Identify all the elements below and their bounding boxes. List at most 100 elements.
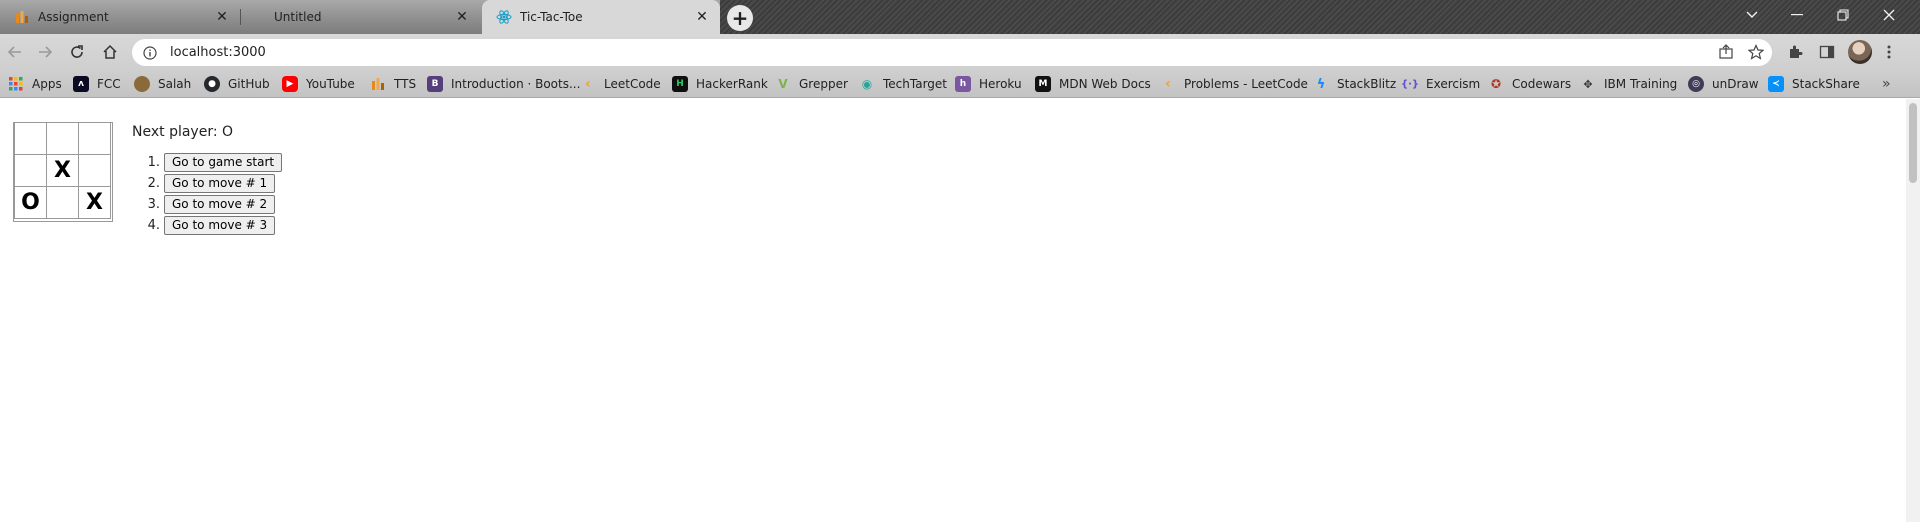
board-square-0[interactable] bbox=[14, 122, 47, 155]
board-row: X bbox=[14, 154, 112, 187]
go-to-move-3-button[interactable]: Go to move # 3 bbox=[164, 216, 276, 235]
bookmarks-overflow-chevron-icon[interactable]: » bbox=[1882, 76, 1891, 92]
list-item: 3. Go to move # 2 bbox=[138, 194, 282, 215]
restore-icon[interactable] bbox=[1820, 0, 1866, 30]
aws-academy-icon bbox=[14, 9, 30, 25]
page-content: X O X Next player: O 1. Go to game start… bbox=[0, 99, 1906, 522]
board-row: O X bbox=[14, 186, 112, 219]
tab-title: Tic-Tac-Toe bbox=[520, 10, 583, 24]
address-url: localhost:3000 bbox=[170, 45, 266, 60]
bookmark-apps[interactable]: Apps bbox=[8, 75, 62, 93]
bookmark-fcc[interactable]: ʌ FCC bbox=[73, 75, 121, 93]
bookmark-undraw[interactable]: ◎ unDraw bbox=[1688, 75, 1759, 93]
bookmark-exercism[interactable]: {·} Exercism bbox=[1401, 75, 1481, 93]
share-icon[interactable] bbox=[1718, 44, 1734, 63]
scrollbar-thumb[interactable] bbox=[1909, 103, 1917, 183]
board-row bbox=[14, 122, 112, 155]
list-item: 1. Go to game start bbox=[138, 152, 283, 173]
bookmark-stackblitz[interactable]: ϟ StackBlitz bbox=[1313, 75, 1396, 93]
board-square-8[interactable]: X bbox=[78, 186, 111, 219]
stackblitz-icon: ϟ bbox=[1316, 76, 1326, 92]
bookmark-label: HackerRank bbox=[696, 77, 768, 91]
tab-title: Untitled bbox=[274, 10, 322, 24]
react-icon bbox=[496, 9, 512, 25]
bookmark-star-icon[interactable] bbox=[1747, 44, 1765, 63]
board-square-4[interactable]: X bbox=[46, 154, 79, 187]
bookmark-bootstrap[interactable]: B Introduction · Boots... bbox=[427, 75, 580, 93]
side-panel-icon[interactable] bbox=[1818, 43, 1836, 61]
menu-kebab-icon[interactable] bbox=[1880, 43, 1898, 61]
tab-search-chevron-icon[interactable] bbox=[1729, 0, 1775, 30]
youtube-icon: ▶ bbox=[282, 76, 298, 92]
board-square-6[interactable]: O bbox=[14, 186, 47, 219]
bookmark-salah[interactable]: Salah bbox=[134, 75, 191, 93]
bookmark-label: FCC bbox=[97, 77, 121, 91]
tab-close-icon[interactable]: ✕ bbox=[694, 9, 710, 25]
techtarget-icon: ◉ bbox=[861, 77, 873, 91]
board-square-3[interactable] bbox=[14, 154, 47, 187]
move-number: 1. bbox=[147, 155, 160, 170]
bookmark-label: Apps bbox=[32, 77, 62, 91]
bookmark-codewars[interactable]: ✪ Codewars bbox=[1488, 75, 1571, 93]
tab-tic-tac-toe[interactable]: Tic-Tac-Toe ✕ bbox=[482, 0, 720, 34]
stackshare-icon: ≺ bbox=[1768, 76, 1784, 92]
bookmark-label: Introduction · Boots... bbox=[451, 77, 581, 91]
list-item: 4. Go to move # 3 bbox=[138, 215, 282, 236]
bookmark-stackshare[interactable]: ≺ StackShare bbox=[1768, 75, 1860, 93]
move-number: 3. bbox=[147, 197, 160, 212]
apps-grid-icon bbox=[8, 76, 24, 92]
board-square-5[interactable] bbox=[78, 154, 111, 187]
profile-avatar[interactable] bbox=[1848, 40, 1872, 64]
grepper-icon: ᐯ bbox=[778, 77, 788, 91]
go-to-move-1-button[interactable]: Go to move # 1 bbox=[164, 174, 276, 193]
board-square-7[interactable] bbox=[46, 186, 79, 219]
bookmark-label: LeetCode bbox=[604, 77, 661, 91]
bookmark-label: YouTube bbox=[306, 77, 355, 91]
bookmark-label: GitHub bbox=[228, 77, 270, 91]
bookmark-mdn[interactable]: M MDN Web Docs bbox=[1035, 75, 1151, 93]
board-square-2[interactable] bbox=[78, 122, 111, 155]
tts-icon bbox=[370, 76, 386, 92]
board-square-1[interactable] bbox=[46, 122, 79, 155]
go-to-move-2-button[interactable]: Go to move # 2 bbox=[164, 195, 276, 214]
tab-assignment[interactable]: Assignment ✕ bbox=[0, 0, 240, 34]
bookmark-ibm-training[interactable]: ✥ IBM Training bbox=[1580, 75, 1677, 93]
new-tab-button[interactable]: + bbox=[727, 5, 753, 31]
bookmark-label: Salah bbox=[158, 77, 192, 91]
bookmark-label: TechTarget bbox=[883, 77, 948, 91]
minimize-icon[interactable] bbox=[1774, 0, 1820, 30]
extensions-icon[interactable] bbox=[1786, 43, 1804, 61]
site-info-icon[interactable] bbox=[142, 45, 158, 61]
tab-close-icon[interactable]: ✕ bbox=[454, 9, 470, 25]
leetcode-icon: ‹ bbox=[1165, 76, 1171, 92]
bookmark-label: Heroku bbox=[979, 77, 1022, 91]
tab-title: Assignment bbox=[38, 10, 109, 24]
bookmark-label: StackShare bbox=[1792, 77, 1860, 91]
move-number: 2. bbox=[147, 176, 160, 191]
bookmark-label: IBM Training bbox=[1604, 77, 1678, 91]
home-icon[interactable] bbox=[99, 41, 121, 63]
go-to-game-start-button[interactable]: Go to game start bbox=[164, 153, 283, 172]
bookmark-problems-leetcode[interactable]: ‹ Problems - LeetCode bbox=[1160, 75, 1308, 93]
back-icon[interactable] bbox=[4, 41, 26, 63]
tab-untitled[interactable]: Untitled ✕ bbox=[242, 0, 480, 34]
bookmark-heroku[interactable]: h Heroku bbox=[955, 75, 1022, 93]
browser-toolbar: localhost:3000 bbox=[0, 34, 1920, 70]
bookmark-github[interactable]: ● GitHub bbox=[204, 75, 270, 93]
forward-icon[interactable] bbox=[34, 41, 56, 63]
salah-icon bbox=[134, 76, 150, 92]
tab-close-icon[interactable]: ✕ bbox=[214, 9, 230, 25]
bookmark-hackerrank[interactable]: H HackerRank bbox=[672, 75, 768, 93]
bookmark-label: Exercism bbox=[1426, 77, 1481, 91]
reload-icon[interactable] bbox=[66, 41, 88, 63]
close-window-icon[interactable] bbox=[1866, 0, 1912, 30]
bookmark-label: Codewars bbox=[1512, 77, 1572, 91]
bookmark-grepper[interactable]: ᐯ Grepper bbox=[775, 75, 848, 93]
bookmark-techtarget[interactable]: ◉ TechTarget bbox=[859, 75, 947, 93]
bookmark-leetcode[interactable]: ‹ LeetCode bbox=[580, 75, 661, 93]
bookmark-youtube[interactable]: ▶ YouTube bbox=[282, 75, 355, 93]
address-bar[interactable]: localhost:3000 bbox=[132, 39, 1772, 66]
bookmark-label: Problems - LeetCode bbox=[1184, 77, 1308, 91]
bootstrap-icon: B bbox=[427, 76, 443, 92]
bookmark-tts[interactable]: TTS bbox=[370, 75, 416, 93]
